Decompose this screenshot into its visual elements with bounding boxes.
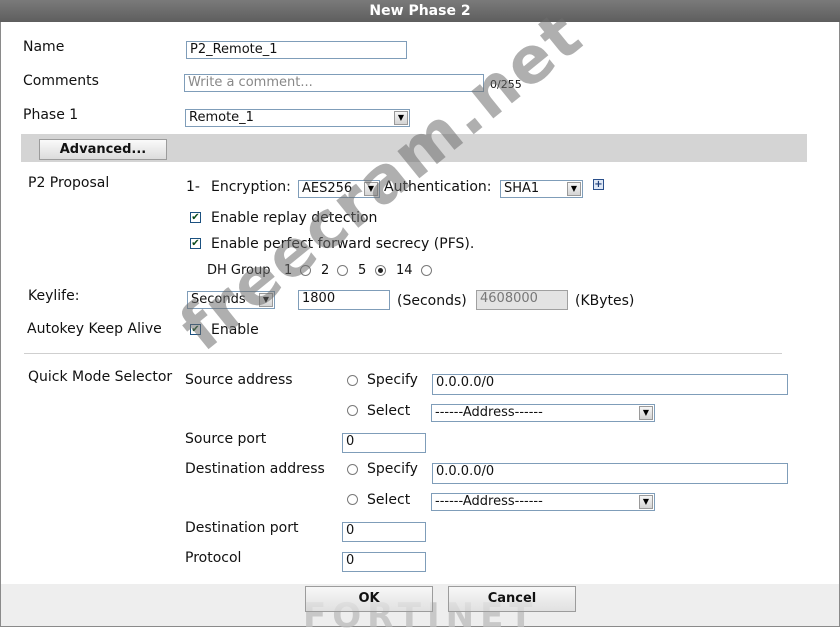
- source-specify-label: Specify: [367, 372, 418, 388]
- authentication-select[interactable]: SHA1 ▼: [500, 180, 583, 198]
- destination-address-select-value: ------Address------: [435, 494, 543, 509]
- dh-14-radio[interactable]: [375, 265, 386, 276]
- chevron-down-icon: ▼: [639, 495, 653, 509]
- cancel-button[interactable]: Cancel: [448, 586, 576, 612]
- comments-label: Comments: [23, 73, 99, 89]
- destination-specify-radio[interactable]: [347, 464, 358, 475]
- add-proposal-icon[interactable]: +: [593, 179, 604, 190]
- keylife-label: Keylife:: [28, 288, 80, 304]
- chevron-down-icon: ▼: [639, 406, 653, 420]
- phase1-select[interactable]: Remote_1 ▼: [185, 109, 410, 127]
- destination-specify-label: Specify: [367, 461, 418, 477]
- replay-detection-checkbox[interactable]: ✔: [190, 212, 201, 223]
- destination-select-radio[interactable]: [347, 494, 358, 505]
- source-select-label: Select: [367, 403, 411, 419]
- autokey-label: Autokey Keep Alive: [27, 321, 162, 337]
- keylife-kbytes-input: 4608000: [476, 290, 568, 310]
- source-select-radio[interactable]: [347, 405, 358, 416]
- destination-port-input[interactable]: 0: [342, 522, 426, 542]
- dialog-title: New Phase 2: [0, 0, 840, 22]
- section-divider: [24, 353, 782, 354]
- source-port-input[interactable]: 0: [342, 433, 426, 453]
- chevron-down-icon: ▼: [567, 182, 581, 196]
- proposal-index: 1-: [186, 179, 200, 195]
- source-port-label: Source port: [185, 431, 267, 447]
- source-address-select-value: ------Address------: [435, 405, 543, 420]
- dh-option-5-label: 5: [358, 263, 367, 278]
- dh-extra-radio[interactable]: [421, 265, 432, 276]
- phase1-label: Phase 1: [23, 107, 79, 123]
- seconds-unit-label: (Seconds): [397, 293, 467, 309]
- source-address-select[interactable]: ------Address------ ▼: [431, 404, 655, 422]
- advanced-button[interactable]: Advanced...: [39, 139, 167, 160]
- destination-address-label: Destination address: [185, 461, 325, 477]
- protocol-label: Protocol: [185, 550, 242, 566]
- source-address-label: Source address: [185, 372, 293, 388]
- protocol-input[interactable]: 0: [342, 552, 426, 572]
- authentication-select-value: SHA1: [504, 181, 540, 196]
- destination-select-label: Select: [367, 492, 411, 508]
- quick-mode-selector-label: Quick Mode Selector: [28, 369, 173, 385]
- dh-option-14-label: 14: [396, 263, 413, 278]
- ok-button[interactable]: OK: [305, 586, 433, 612]
- pfs-checkbox[interactable]: ✔: [190, 238, 201, 249]
- destination-address-input[interactable]: 0.0.0.0/0: [432, 463, 788, 484]
- destination-address-select[interactable]: ------Address------ ▼: [431, 493, 655, 511]
- dh-2-radio[interactable]: [337, 265, 348, 276]
- source-specify-radio[interactable]: [347, 375, 358, 386]
- p2-proposal-label: P2 Proposal: [28, 175, 110, 191]
- keylife-seconds-input[interactable]: 1800: [298, 290, 390, 310]
- name-label: Name: [23, 39, 65, 55]
- name-input[interactable]: P2_Remote_1: [186, 41, 407, 59]
- phase1-select-value: Remote_1: [189, 110, 254, 125]
- destination-port-label: Destination port: [185, 520, 299, 536]
- source-address-input[interactable]: 0.0.0.0/0: [432, 374, 788, 395]
- encryption-label: Encryption:: [211, 179, 291, 195]
- kbytes-unit-label: (KBytes): [575, 293, 635, 309]
